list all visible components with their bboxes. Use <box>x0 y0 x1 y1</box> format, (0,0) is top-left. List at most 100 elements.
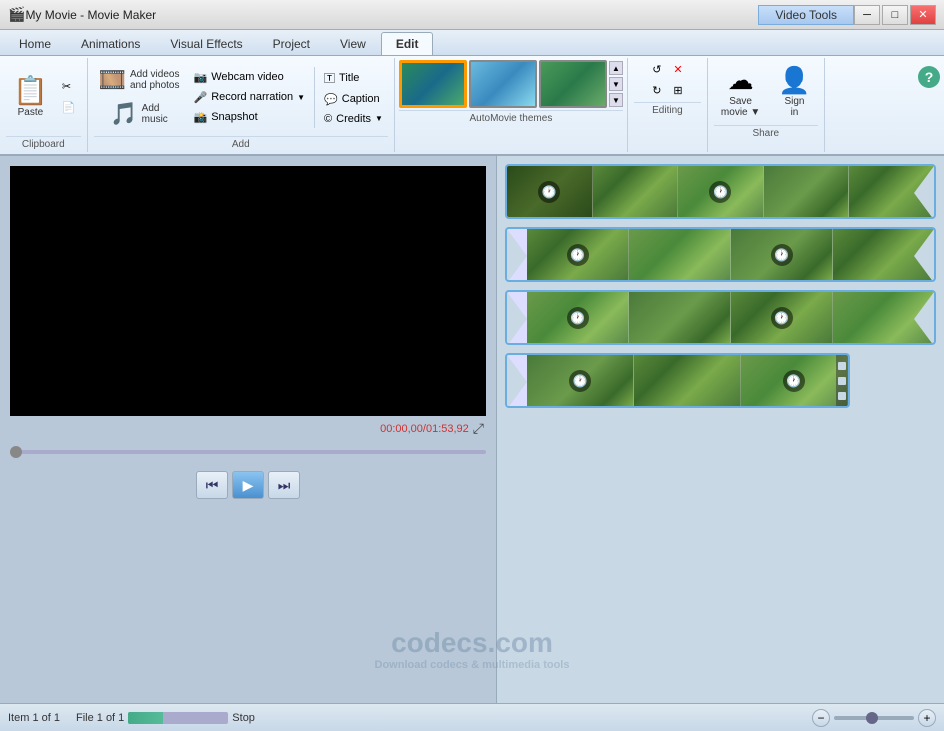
title-bar: 🎬 My Movie - Movie Maker Video Tools ─ □… <box>0 0 944 30</box>
snapshot-icon: 📸 <box>193 111 207 124</box>
timeline-strip-3[interactable]: 🕐 🕐 <box>505 290 936 345</box>
share-group: ☁ Savemovie ▼ 👤 Signin Share <box>708 58 825 152</box>
title-icon-btn: 🅃 <box>324 70 335 86</box>
tab-edit[interactable]: Edit <box>381 32 434 55</box>
film-cell-2-3: 🕐 <box>731 229 833 280</box>
help-area: ? <box>914 58 944 152</box>
add-label: Add <box>94 136 388 150</box>
add-music-label: Addmusic <box>142 103 168 125</box>
main-area: 00:00,00/01:53,92 ⤢ ⏮ ▶ ⏭ 🕐 🕐 <box>0 156 944 703</box>
add-group: 🎞️ Add videosand photos 🎵 Addmusic 📷 Web… <box>88 58 395 152</box>
zoom-out-button[interactable]: − <box>812 709 830 727</box>
add-music-button[interactable]: 🎵 Addmusic <box>105 98 173 130</box>
rotate-left-icon: ↺ <box>652 63 661 76</box>
clipboard-content: 📋 Paste ✂ 📄 <box>6 60 81 134</box>
preview-panel: 00:00,00/01:53,92 ⤢ ⏮ ▶ ⏭ <box>0 156 497 703</box>
theme-3[interactable] <box>539 60 607 108</box>
caption-label: Caption <box>342 93 380 105</box>
forward-button[interactable]: ⏭ <box>268 471 300 499</box>
save-movie-label: Savemovie ▼ <box>721 96 760 118</box>
film-cell-3-3: 🕐 <box>731 292 833 343</box>
tab-animations[interactable]: Animations <box>66 32 155 55</box>
editing-tools: ↺ ↻ <box>647 60 666 100</box>
clock-2-3: 🕐 <box>771 244 793 266</box>
record-narration-button[interactable]: 🎤 Record narration ▼ <box>188 88 310 107</box>
zoom-thumb[interactable] <box>866 712 878 724</box>
tab-home[interactable]: Home <box>4 32 66 55</box>
help-button[interactable]: ? <box>918 66 940 88</box>
progress-fill <box>128 712 163 724</box>
film-cell-1-2 <box>593 166 679 217</box>
trim-button[interactable]: ✕ <box>668 60 687 79</box>
seek-thumb[interactable] <box>10 446 22 458</box>
credits-button[interactable]: © Credits ▼ <box>319 110 388 128</box>
themes-dropdown[interactable]: ▼ <box>609 77 623 91</box>
film-cell-4-2 <box>634 355 741 406</box>
seek-bar[interactable] <box>10 443 486 461</box>
add-videos-icon: 🎞️ <box>99 67 126 93</box>
cut-button[interactable]: ✂ <box>57 77 81 96</box>
paste-button[interactable]: 📋 Paste <box>6 72 55 123</box>
right-arrow-2 <box>914 229 934 282</box>
themes-scroll-down[interactable]: ▼ <box>609 93 623 107</box>
ribbon: 📋 Paste ✂ 📄 Clipboard 🎞️ Add videosand p… <box>0 56 944 156</box>
close-button[interactable]: ✕ <box>910 5 936 25</box>
credits-icon: © <box>324 113 332 125</box>
split-button[interactable]: ⊞ <box>668 81 687 100</box>
narration-dropdown-icon[interactable]: ▼ <box>297 93 305 102</box>
timeline-panel[interactable]: 🕐 🕐 🕐 🕐 <box>497 156 944 703</box>
title-button[interactable]: 🅃 Title <box>319 67 388 89</box>
snapshot-button[interactable]: 📸 Snapshot <box>188 108 310 127</box>
title-bar-text: My Movie - Movie Maker <box>25 8 558 22</box>
tab-view[interactable]: View <box>325 32 381 55</box>
webcam-button[interactable]: 📷 Webcam video <box>188 68 310 87</box>
webcam-label: Webcam video <box>211 71 284 83</box>
left-notch-3 <box>507 292 527 345</box>
themes-scroll-up[interactable]: ▲ <box>609 61 623 75</box>
time-text: 00:00,00/01:53,92 <box>380 423 469 435</box>
minimize-button[interactable]: ─ <box>854 5 880 25</box>
add-music-icon: 🎵 <box>110 101 137 127</box>
clock-3-3: 🕐 <box>771 307 793 329</box>
rotate-right-icon: ↻ <box>652 84 661 97</box>
play-button[interactable]: ▶ <box>232 471 264 499</box>
narration-label: Record narration <box>211 91 293 103</box>
fullscreen-button[interactable]: ⤢ <box>473 420 484 437</box>
clipboard-label: Clipboard <box>6 136 81 150</box>
caption-button[interactable]: 💬 Caption <box>319 90 388 109</box>
film-notch-2 <box>838 377 846 385</box>
tab-project[interactable]: Project <box>258 32 325 55</box>
rotate-left-button[interactable]: ↺ <box>647 60 666 79</box>
snapshot-label: Snapshot <box>211 111 257 123</box>
add-content: 🎞️ Add videosand photos 🎵 Addmusic 📷 Web… <box>94 60 388 134</box>
window-controls: ─ □ ✕ <box>854 5 936 25</box>
theme-1[interactable] <box>399 60 467 108</box>
rotate-right-button[interactable]: ↻ <box>647 81 666 100</box>
timeline-strip-2[interactable]: 🕐 🕐 <box>505 227 936 282</box>
editing-content: ↺ ↻ ✕ ⊞ <box>647 60 687 100</box>
ribbon-tabs: Home Animations Visual Effects Project V… <box>0 30 944 56</box>
film-cell-1-3: 🕐 <box>678 166 764 217</box>
timeline-strip-1[interactable]: 🕐 🕐 <box>505 164 936 219</box>
automovie-label: AutoMovie themes <box>399 110 623 124</box>
tab-visual-effects[interactable]: Visual Effects <box>155 32 257 55</box>
copy-button[interactable]: 📄 <box>57 98 81 117</box>
clock-4-3: 🕐 <box>783 370 805 392</box>
left-notch-2 <box>507 229 527 282</box>
save-movie-button[interactable]: ☁ Savemovie ▼ <box>714 60 767 123</box>
sign-in-button[interactable]: 👤 Signin <box>771 60 817 123</box>
zoom-in-button[interactable]: + <box>918 709 936 727</box>
zoom-slider[interactable] <box>834 716 914 720</box>
item-count: Item 1 of 1 <box>8 712 60 724</box>
title-label: Title <box>339 72 359 84</box>
add-videos-button[interactable]: 🎞️ Add videosand photos <box>94 64 185 96</box>
stop-button[interactable]: Stop <box>232 712 255 724</box>
credits-dropdown-icon[interactable]: ▼ <box>375 114 383 123</box>
theme-2[interactable] <box>469 60 537 108</box>
clock-4-1: 🕐 <box>569 370 591 392</box>
rewind-button[interactable]: ⏮ <box>196 471 228 499</box>
editing-label: Editing <box>634 102 701 116</box>
timeline-strip-4[interactable]: 🕐 🕐 <box>505 353 850 408</box>
maximize-button[interactable]: □ <box>882 5 908 25</box>
split-icon: ⊞ <box>673 84 682 97</box>
